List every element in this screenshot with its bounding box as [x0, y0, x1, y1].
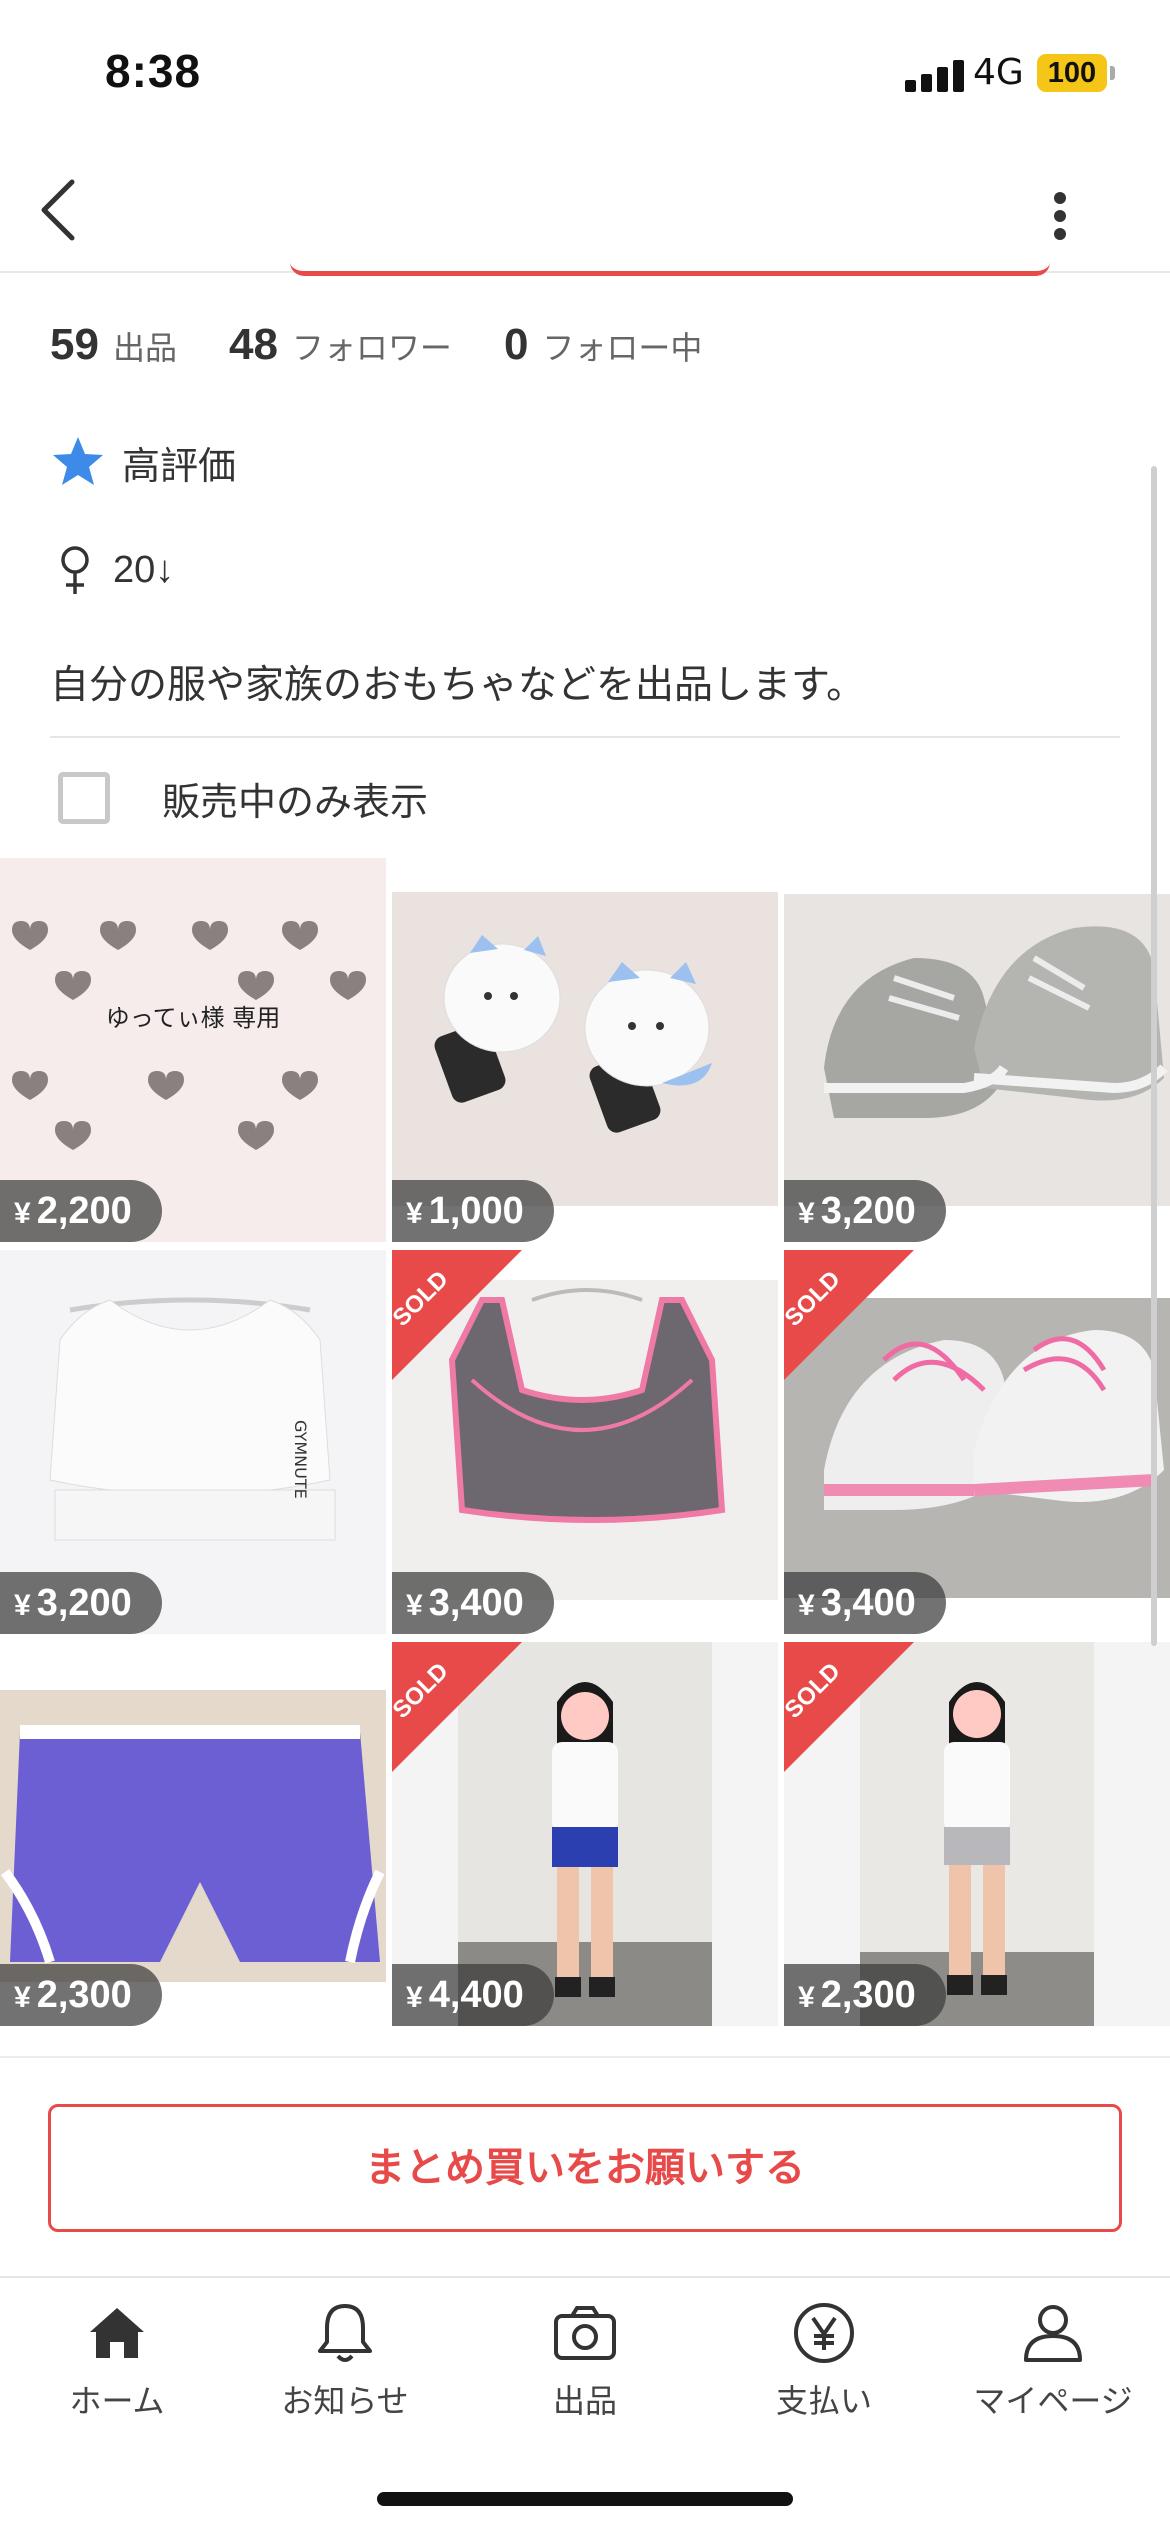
profile-stats: 59 出品 48 フォロワー 0 フォロー中	[50, 320, 754, 390]
chevron-left-icon	[41, 179, 75, 241]
item-card[interactable]: ¥2,300	[0, 1642, 386, 2026]
followers-label[interactable]: フォロワー	[292, 323, 452, 369]
signal-icon	[905, 58, 965, 92]
tab-mypage[interactable]: マイページ	[936, 2298, 1170, 2428]
bell-icon	[318, 2304, 372, 2362]
item-card[interactable]: SOLD ¥3,400	[392, 1250, 778, 1634]
sold-badge: SOLD	[784, 1642, 914, 1772]
rating-label: 高評価	[122, 445, 237, 488]
item-photo-caption: GYMNUTE	[291, 1420, 310, 1499]
on-sale-filter-label[interactable]: 販売中のみ表示	[162, 771, 428, 826]
status-bar: 8:38 4G 100	[0, 0, 1170, 150]
rating-row: 高評価	[50, 432, 236, 492]
item-price: ¥3,200	[0, 1572, 162, 1634]
tab-label: 出品	[552, 2383, 617, 2419]
tab-label: 支払い	[775, 2383, 872, 2419]
tab-label: マイページ	[973, 2383, 1133, 2419]
battery-tip	[1110, 66, 1115, 80]
gender-age-row: 20↓	[55, 540, 174, 600]
item-card[interactable]: ゆってぃ様 専用 ¥2,200	[0, 858, 386, 1242]
item-price: ¥2,300	[0, 1964, 162, 2026]
item-price: ¥4,400	[392, 1964, 554, 2026]
sold-badge: SOLD	[392, 1250, 522, 1380]
more-vertical-icon	[1054, 210, 1066, 222]
home-indicator	[377, 2492, 793, 2506]
item-price: ¥1,000	[392, 1180, 554, 1242]
item-grid: ゆってぃ様 専用 ¥2,200 ¥1,000 ¥ 3,200 GYMNUTE ¥…	[0, 858, 1170, 2028]
tab-payments[interactable]: 支払い	[707, 2298, 941, 2428]
item-card[interactable]: SOLD ¥4,400	[392, 1642, 778, 2026]
item-card[interactable]: SOLD ¥2,300	[784, 1642, 1170, 2026]
item-card[interactable]: GYMNUTE ¥3,200	[0, 1250, 386, 1634]
age-label: 20↓	[113, 548, 175, 591]
tab-label: お知らせ	[281, 2383, 409, 2419]
profile-bio: 自分の服や家族のおもちゃなどを出品します。	[50, 664, 866, 707]
divider	[0, 2056, 1170, 2058]
network-type: 4G	[973, 52, 1024, 93]
profile-header-edge	[290, 262, 1050, 276]
home-icon	[90, 2308, 144, 2358]
back-button[interactable]	[30, 170, 110, 250]
item-price: ¥3,200	[784, 1180, 946, 1242]
item-card[interactable]: ¥3,200	[784, 858, 1170, 1242]
listings-label[interactable]: 出品	[113, 323, 177, 369]
sold-badge: SOLD	[784, 1250, 914, 1380]
item-card[interactable]: ¥1,000	[392, 858, 778, 1242]
divider	[50, 736, 1120, 738]
more-button[interactable]	[1030, 170, 1092, 250]
star-icon	[53, 437, 103, 485]
item-photo-caption: ゆってぃ様 専用	[106, 1004, 280, 1032]
listings-count[interactable]: 59	[50, 320, 99, 370]
tab-notifications[interactable]: お知らせ	[228, 2298, 462, 2428]
battery-icon: 100	[1037, 54, 1107, 92]
bundle-purchase-button[interactable]: まとめ買いをお願いする	[48, 2104, 1122, 2232]
nav-bar	[0, 150, 1170, 273]
female-icon	[61, 546, 89, 594]
status-time: 8:38	[105, 45, 202, 97]
tab-home[interactable]: ホーム	[0, 2298, 234, 2428]
item-price: ¥3,400	[784, 1572, 946, 1634]
on-sale-checkbox[interactable]	[58, 772, 110, 824]
item-card[interactable]: SOLD ¥3,400	[784, 1250, 1170, 1634]
camera-icon	[554, 2306, 616, 2360]
item-price: ¥2,200	[0, 1180, 162, 1242]
following-label[interactable]: フォロー中	[542, 323, 702, 369]
tab-sell[interactable]: 出品	[468, 2298, 702, 2428]
more-vertical-icon	[1054, 192, 1066, 204]
yen-icon	[794, 2303, 854, 2363]
tab-label: ホーム	[69, 2383, 165, 2419]
following-count[interactable]: 0	[504, 320, 528, 370]
scrollbar[interactable]	[1151, 466, 1157, 1646]
followers-count[interactable]: 48	[229, 320, 278, 370]
item-price: ¥3,400	[392, 1572, 554, 1634]
on-sale-filter[interactable]: 販売中のみ表示	[58, 768, 428, 828]
item-price: ¥2,300	[784, 1964, 946, 2026]
sold-badge: SOLD	[392, 1642, 522, 1772]
more-vertical-icon	[1054, 228, 1066, 240]
person-icon	[1024, 2305, 1082, 2362]
